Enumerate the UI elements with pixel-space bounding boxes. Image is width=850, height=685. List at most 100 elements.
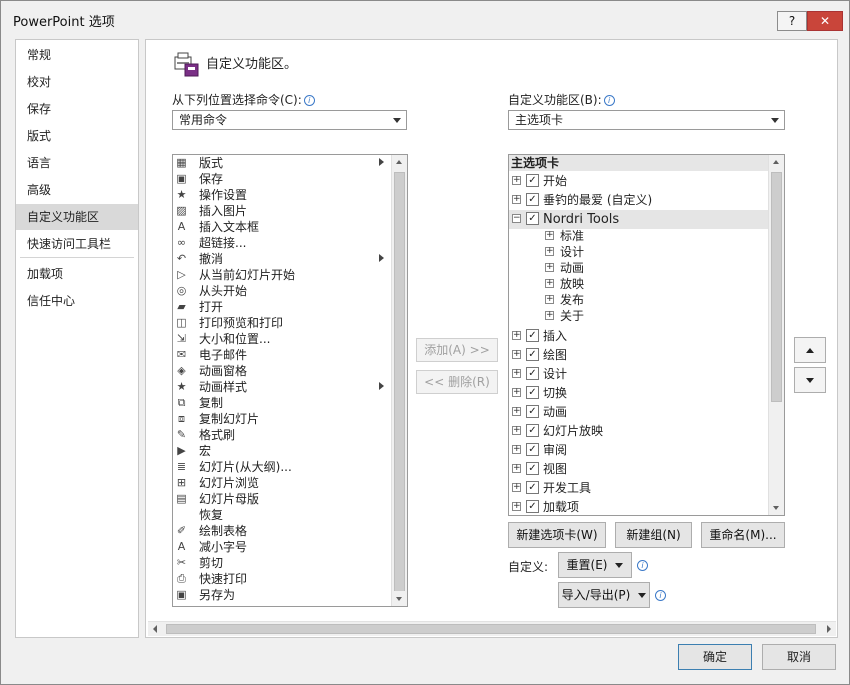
- close-button[interactable]: ✕: [807, 11, 843, 31]
- command-item[interactable]: ⧈ 复制幻灯片: [173, 411, 389, 427]
- tree-tab-item[interactable]: + ✓ 切换: [509, 384, 769, 403]
- collapse-icon[interactable]: −: [512, 214, 521, 223]
- remove-button[interactable]: << 删除(R): [416, 370, 498, 394]
- tab-checkbox[interactable]: ✓: [526, 174, 539, 187]
- nav-item[interactable]: 语言: [16, 150, 138, 176]
- nav-item[interactable]: 高级: [16, 177, 138, 203]
- command-item[interactable]: ★ 操作设置: [173, 187, 389, 203]
- expand-icon[interactable]: +: [512, 483, 521, 492]
- tab-checkbox[interactable]: ✓: [526, 462, 539, 475]
- move-down-button[interactable]: [794, 367, 826, 393]
- expand-icon[interactable]: +: [545, 263, 554, 272]
- tab-checkbox[interactable]: ✓: [526, 212, 539, 225]
- expand-icon[interactable]: +: [512, 195, 521, 204]
- new-tab-button[interactable]: 新建选项卡(W): [508, 522, 606, 548]
- tree-tab-item[interactable]: + ✓ 插入: [509, 327, 769, 346]
- scroll-right-button[interactable]: [821, 622, 836, 636]
- commands-list[interactable]: ▦ 版式 ▣ 保存 ★ 操作设置 ▨ 插入图片 A 插入文本框 ∞ 超链接... ↶ 撤消 ▷ 从当前幻灯片开…: [172, 154, 408, 607]
- customize-ribbon-select[interactable]: 主选项卡: [508, 110, 785, 130]
- tree-group-item[interactable]: + 放映: [509, 276, 749, 292]
- nav-item[interactable]: 保存: [16, 96, 138, 122]
- import-export-button[interactable]: 导入/导出(P): [558, 582, 650, 608]
- scroll-left-button[interactable]: [148, 622, 163, 636]
- expand-icon[interactable]: +: [512, 350, 521, 359]
- command-item[interactable]: ⊞ 幻灯片浏览: [173, 475, 389, 491]
- tree-tab-item[interactable]: + ✓ 绘图: [509, 346, 769, 365]
- ok-button[interactable]: 确定: [678, 644, 752, 670]
- expand-icon[interactable]: +: [512, 388, 521, 397]
- tab-checkbox[interactable]: ✓: [526, 367, 539, 380]
- expand-icon[interactable]: +: [545, 295, 554, 304]
- tab-checkbox[interactable]: ✓: [526, 443, 539, 456]
- reset-button[interactable]: 重置(E): [558, 552, 632, 578]
- expand-icon[interactable]: +: [512, 426, 521, 435]
- command-item[interactable]: ∞ 超链接...: [173, 235, 389, 251]
- command-item[interactable]: ⎙ 快速打印: [173, 571, 389, 587]
- tab-checkbox[interactable]: ✓: [526, 500, 539, 513]
- expand-icon[interactable]: +: [512, 176, 521, 185]
- command-item[interactable]: ✉ 电子邮件: [173, 347, 389, 363]
- scroll-up-button[interactable]: [769, 155, 784, 170]
- expand-icon[interactable]: +: [512, 331, 521, 340]
- move-up-button[interactable]: [794, 337, 826, 363]
- tab-checkbox[interactable]: ✓: [526, 405, 539, 418]
- command-item[interactable]: ▦ 版式: [173, 155, 389, 171]
- tab-checkbox[interactable]: ✓: [526, 386, 539, 399]
- command-item[interactable]: ↶ 撤消: [173, 251, 389, 267]
- command-item[interactable]: ≣ 幻灯片(从大纲)...: [173, 459, 389, 475]
- tab-checkbox[interactable]: ✓: [526, 193, 539, 206]
- nav-item[interactable]: 常规: [16, 42, 138, 68]
- tree-group-item[interactable]: + 发布: [509, 292, 749, 308]
- tab-checkbox[interactable]: ✓: [526, 329, 539, 342]
- tree-tab-item[interactable]: + ✓ 视图: [509, 460, 769, 479]
- command-item[interactable]: ✂ 剪切: [173, 555, 389, 571]
- tree-group-item[interactable]: + 标准: [509, 228, 749, 244]
- tree-group-item[interactable]: + 设计: [509, 244, 749, 260]
- tree-tab-item[interactable]: + ✓ 加载项: [509, 498, 769, 515]
- rename-button[interactable]: 重命名(M)...: [701, 522, 785, 548]
- horizontal-scrollbar[interactable]: [148, 621, 836, 636]
- choose-commands-select[interactable]: 常用命令: [172, 110, 407, 130]
- command-item[interactable]: ▨ 插入图片: [173, 203, 389, 219]
- expand-icon[interactable]: +: [512, 369, 521, 378]
- scroll-down-button[interactable]: [392, 591, 407, 606]
- command-item[interactable]: ◫ 打印预览和打印: [173, 315, 389, 331]
- add-button[interactable]: 添加(A) >>: [416, 338, 498, 362]
- tree-tab-item[interactable]: + ✓ 垂钓的最爱 (自定义): [509, 191, 769, 210]
- nav-item[interactable]: 校对: [16, 69, 138, 95]
- tree-tab-item[interactable]: + ✓ 审阅: [509, 441, 769, 460]
- tab-checkbox[interactable]: ✓: [526, 481, 539, 494]
- command-item[interactable]: ✎ 格式刷: [173, 427, 389, 443]
- command-item[interactable]: ▣ 保存: [173, 171, 389, 187]
- tree-scrollbar[interactable]: [768, 155, 784, 515]
- tree-tab-item[interactable]: + ✓ 动画: [509, 403, 769, 422]
- command-item[interactable]: A 减小字号: [173, 539, 389, 555]
- commands-scrollbar[interactable]: [391, 155, 407, 606]
- command-item[interactable]: ▰ 打开: [173, 299, 389, 315]
- nav-item[interactable]: 版式: [16, 123, 138, 149]
- tree-tab-item[interactable]: + ✓ 开始: [509, 172, 769, 191]
- command-item[interactable]: ✐ 绘制表格: [173, 523, 389, 539]
- expand-icon[interactable]: +: [512, 445, 521, 454]
- expand-icon[interactable]: +: [545, 231, 554, 240]
- help-button[interactable]: ?: [777, 11, 807, 31]
- expand-icon[interactable]: +: [545, 247, 554, 256]
- nav-item[interactable]: 快速访问工具栏: [16, 231, 138, 257]
- expand-icon[interactable]: +: [545, 279, 554, 288]
- tab-checkbox[interactable]: ✓: [526, 424, 539, 437]
- scroll-thumb[interactable]: [166, 624, 816, 634]
- tree-tab-item[interactable]: + ✓ 开发工具: [509, 479, 769, 498]
- expand-icon[interactable]: +: [545, 311, 554, 320]
- tree-tab-item[interactable]: − ✓ Nordri Tools: [509, 210, 769, 229]
- tab-checkbox[interactable]: ✓: [526, 348, 539, 361]
- scroll-thumb[interactable]: [394, 172, 405, 592]
- command-item[interactable]: ★ 动画样式: [173, 379, 389, 395]
- command-item[interactable]: ◈ 动画窗格: [173, 363, 389, 379]
- expand-icon[interactable]: +: [512, 502, 521, 511]
- nav-item[interactable]: 加载项: [16, 261, 138, 287]
- new-group-button[interactable]: 新建组(N): [615, 522, 692, 548]
- command-item[interactable]: ◎ 从头开始: [173, 283, 389, 299]
- tree-tab-item[interactable]: + ✓ 幻灯片放映: [509, 422, 769, 441]
- nav-item[interactable]: 信任中心: [16, 288, 138, 314]
- command-item[interactable]: ⧉ 复制: [173, 395, 389, 411]
